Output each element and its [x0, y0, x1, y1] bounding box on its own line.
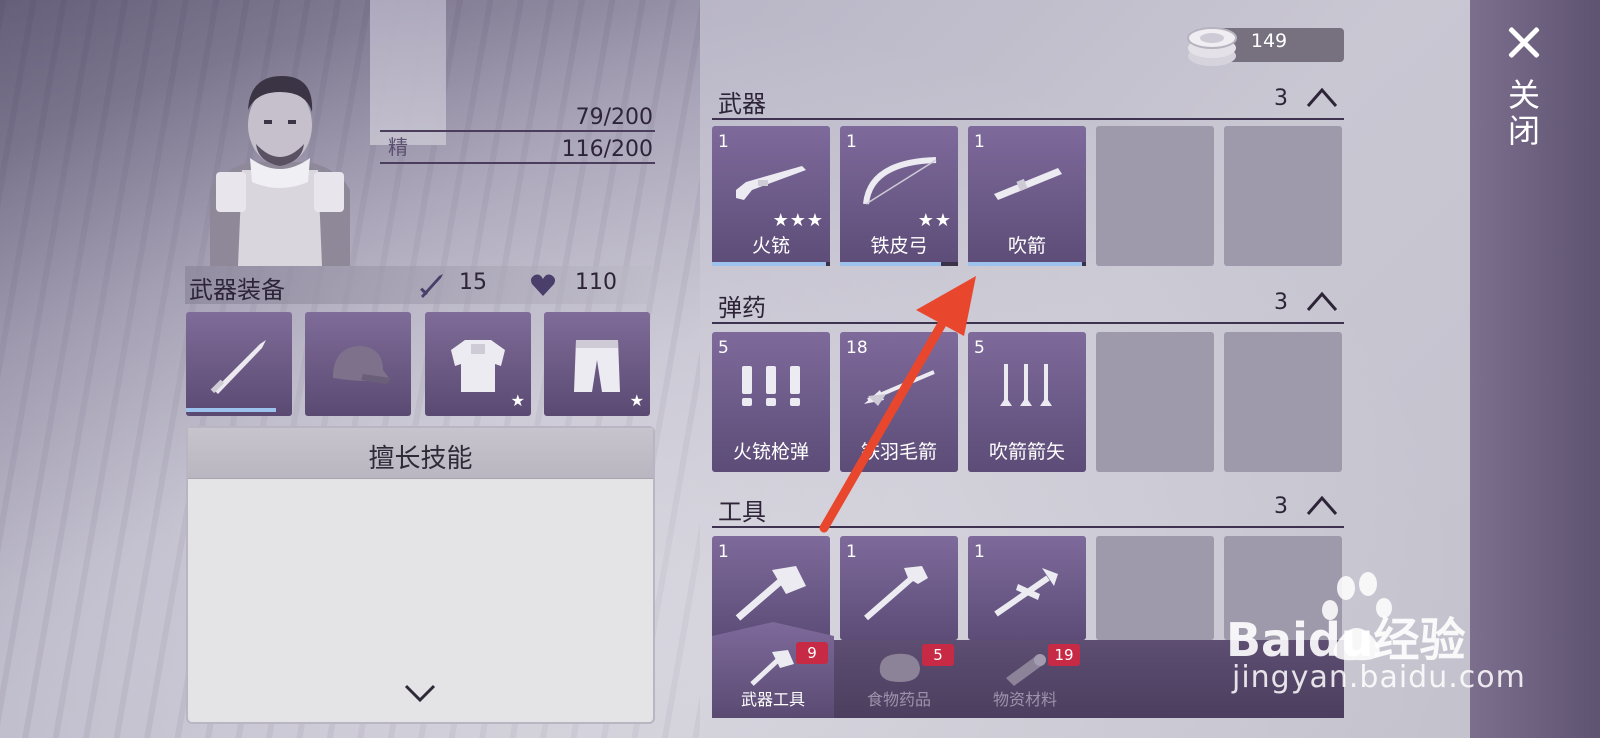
chevron-up-icon[interactable] [1306, 290, 1338, 312]
item-quantity: 5 [718, 338, 729, 358]
equip-slot-head[interactable] [305, 312, 411, 416]
tab-materials[interactable]: 19 物资材料 [964, 640, 1086, 718]
stat-value: 116/200 [561, 137, 653, 162]
axe-icon [735, 566, 806, 621]
category-divider [712, 118, 1344, 120]
item-quantity: 1 [846, 542, 857, 562]
sword-icon [420, 274, 443, 298]
equipment-header: 武器装备 15 110 [185, 266, 652, 304]
blade-icon [210, 340, 266, 394]
dart-ammo-icon [1000, 364, 1052, 406]
durability-bar [968, 262, 1082, 266]
musket-icon [736, 166, 806, 200]
chevron-up-icon[interactable] [1306, 494, 1338, 516]
log-icon [1006, 654, 1046, 686]
watermark-url: jingyan.baidu.com [1232, 660, 1526, 695]
item-slot[interactable]: 1 [840, 536, 958, 640]
item-quantity: 1 [718, 132, 729, 152]
category-title-tools: 工具 [718, 498, 766, 526]
annotation-arrow [819, 276, 976, 533]
chevron-down-icon[interactable] [404, 682, 436, 706]
item-slot[interactable]: 1 吹箭 [968, 126, 1086, 266]
item-name: 铁皮弓 [870, 235, 928, 257]
tab-badge: 9 [796, 642, 828, 664]
attack-value: 15 [459, 270, 487, 295]
stat-row-2: 精 116/200 [380, 132, 655, 164]
bow-icon [863, 157, 937, 205]
empty-slot [1224, 332, 1342, 472]
tab-label: 物资材料 [992, 690, 1057, 709]
close-label[interactable]: 关闭 [1503, 78, 1545, 150]
stat-label: 精 [388, 135, 408, 159]
cap-icon [333, 346, 391, 384]
empty-slot [1096, 332, 1214, 472]
empty-slot [1224, 126, 1342, 266]
item-quantity: 1 [718, 542, 729, 562]
equipment-title: 武器装备 [189, 276, 285, 304]
item-name: 火铳 [751, 235, 790, 257]
item-name: 吹箭 [1007, 235, 1046, 257]
tab-badge: 19 [1048, 644, 1080, 666]
star-icon: ★ [510, 391, 525, 410]
armor-icon [451, 340, 505, 392]
character-portrait [210, 76, 350, 266]
empty-slot [1096, 126, 1214, 266]
pants-icon [574, 340, 620, 392]
close-icon[interactable] [1500, 22, 1550, 62]
category-title-ammo: 弹药 [718, 294, 766, 322]
equip-slot-weapon[interactable] [186, 312, 292, 416]
tab-label: 食物药品 [866, 690, 931, 709]
skill-panel: 擅长技能 [186, 426, 655, 724]
category-title-weapons: 武器 [718, 90, 766, 118]
hammer-icon [864, 566, 928, 621]
tools-tab-icon [750, 650, 794, 686]
item-slot[interactable]: 1 [968, 536, 1086, 640]
star-rating: ★★ [917, 210, 952, 231]
tab-label: 武器工具 [740, 690, 805, 709]
heart-icon [531, 274, 555, 296]
item-quantity: 1 [846, 132, 857, 152]
star-icon: ★ [629, 391, 644, 410]
equip-slot-legs[interactable]: ★ [544, 312, 650, 416]
pickaxe-icon [994, 568, 1058, 617]
skill-title: 擅长技能 [368, 444, 473, 474]
currency-amount: 149 [1250, 30, 1288, 52]
meat-icon [879, 653, 920, 682]
empty-slot [1096, 536, 1214, 640]
stat-row-1: 79/200 [380, 100, 655, 132]
durability-bar [712, 262, 826, 266]
durability-bar [840, 262, 941, 266]
item-quantity: 1 [974, 132, 985, 152]
equip-slot-body[interactable]: ★ [425, 312, 531, 416]
item-slot[interactable]: 1 ★★ 铁皮弓 [840, 126, 958, 266]
skill-header: 擅长技能 [188, 428, 653, 479]
category-count: 3 [1274, 290, 1288, 315]
tab-badge: 5 [922, 644, 954, 666]
durability-bar [186, 408, 276, 412]
blowgun-icon [994, 168, 1062, 200]
chevron-up-icon[interactable] [1306, 86, 1338, 108]
category-count: 3 [1274, 86, 1288, 111]
item-quantity: 1 [974, 542, 985, 562]
stat-value: 79/200 [575, 105, 653, 130]
item-slot[interactable]: 1 ★★★ 火铳 [712, 126, 830, 266]
health-value: 110 [575, 270, 617, 295]
tab-food-medicine[interactable]: 5 食物药品 [838, 640, 960, 718]
category-count: 3 [1274, 494, 1288, 519]
tab-weapons-tools[interactable]: 9 武器工具 [712, 622, 834, 718]
star-rating: ★★★ [772, 210, 824, 231]
